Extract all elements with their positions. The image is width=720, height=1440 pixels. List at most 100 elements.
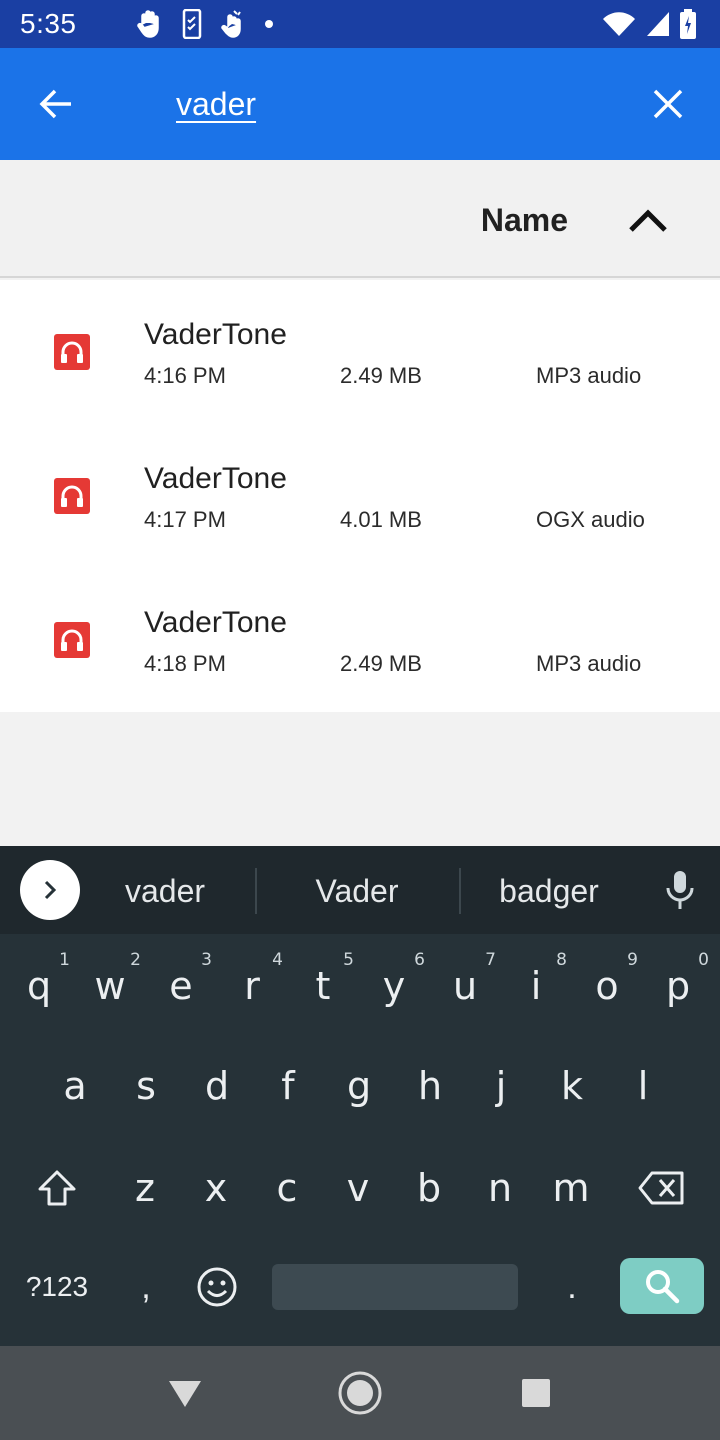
shift-key[interactable] <box>20 1148 94 1228</box>
battery-icon <box>680 9 696 39</box>
key-label: o <box>595 964 619 1008</box>
key-b[interactable]: b <box>394 1148 464 1228</box>
nav-home-button[interactable] <box>335 1368 385 1418</box>
nav-back-button[interactable] <box>160 1368 210 1418</box>
list-item[interactable]: VaderTone 4:18 PM 2.49 MB MP3 audio <box>0 568 720 712</box>
sort-header: Name <box>0 160 720 278</box>
period-key[interactable]: . <box>542 1256 602 1318</box>
key-v[interactable]: v <box>323 1148 393 1228</box>
search-action-key[interactable] <box>620 1258 704 1314</box>
key-label: k <box>560 1064 583 1108</box>
space-key[interactable] <box>272 1264 518 1310</box>
arrow-left-icon <box>39 89 71 119</box>
gesture-icon <box>221 10 241 38</box>
key-label: g <box>346 1064 372 1108</box>
key-hint: 3 <box>201 950 212 970</box>
key-p[interactable]: p0 <box>643 946 713 1026</box>
microphone-icon <box>666 871 694 909</box>
key-e[interactable]: e3 <box>146 946 216 1026</box>
key-label: a <box>63 1064 87 1108</box>
search-results-list: VaderTone 4:16 PM 2.49 MB MP3 audio Vade… <box>0 280 720 712</box>
nav-recents-button[interactable] <box>511 1368 561 1418</box>
key-hint: 9 <box>627 950 638 970</box>
key-i[interactable]: i8 <box>501 946 571 1026</box>
phone-checklist-icon <box>182 9 202 39</box>
soft-keyboard: vader Vader badger q1 w2 e3 r4 t5 y6 u7 … <box>0 846 720 1346</box>
audio-file-icon <box>54 622 90 658</box>
back-button[interactable] <box>24 76 88 132</box>
sort-by-name-label[interactable]: Name <box>481 202 568 239</box>
key-d[interactable]: d <box>182 1046 252 1126</box>
file-name: VaderTone <box>144 606 287 639</box>
key-s[interactable]: s <box>111 1046 181 1126</box>
clear-search-button[interactable] <box>640 76 696 132</box>
key-c[interactable]: c <box>252 1148 322 1228</box>
suggestion-1[interactable]: vader <box>90 868 240 914</box>
shift-icon <box>38 1170 76 1206</box>
headphones-icon <box>61 485 83 507</box>
key-w[interactable]: w2 <box>75 946 145 1026</box>
key-label: n <box>487 1166 513 1210</box>
key-r[interactable]: r4 <box>217 946 287 1026</box>
key-label: q <box>26 964 52 1008</box>
key-hint: 7 <box>485 950 496 970</box>
key-k[interactable]: k <box>537 1046 607 1126</box>
key-hint: 0 <box>698 950 709 970</box>
file-size: 2.49 MB <box>340 363 422 388</box>
key-hint: 1 <box>59 950 70 970</box>
backspace-key[interactable] <box>622 1148 702 1228</box>
key-label: x <box>204 1166 228 1210</box>
key-a[interactable]: a <box>40 1046 110 1126</box>
status-time: 5:35 <box>20 8 77 39</box>
key-label: e <box>169 964 193 1008</box>
system-nav-bar <box>0 1346 720 1440</box>
key-n[interactable]: n <box>465 1148 535 1228</box>
key-label: h <box>417 1064 443 1108</box>
voice-input-button[interactable] <box>660 868 700 912</box>
period-key-label: . <box>567 1267 577 1306</box>
emoji-key[interactable] <box>186 1256 248 1318</box>
key-x[interactable]: x <box>181 1148 251 1228</box>
key-f[interactable]: f <box>253 1046 323 1126</box>
symbols-key[interactable]: ?123 <box>14 1256 100 1318</box>
key-hint: 2 <box>130 950 141 970</box>
suggestion-3[interactable]: badger <box>474 868 624 914</box>
key-label: w <box>94 964 126 1008</box>
empty-area <box>0 712 720 846</box>
audio-file-icon <box>54 478 90 514</box>
key-label: l <box>637 1064 649 1108</box>
status-icons-right <box>602 8 696 40</box>
key-u[interactable]: u7 <box>430 946 500 1026</box>
file-name: VaderTone <box>144 318 287 351</box>
file-name: VaderTone <box>144 462 287 495</box>
key-g[interactable]: g <box>324 1046 394 1126</box>
key-h[interactable]: h <box>395 1046 465 1126</box>
file-size: 4.01 MB <box>340 507 422 532</box>
key-j[interactable]: j <box>466 1046 536 1126</box>
key-t[interactable]: t5 <box>288 946 358 1026</box>
suggestion-divider <box>255 868 257 914</box>
keyboard-menu-button[interactable] <box>20 860 80 920</box>
key-q[interactable]: q1 <box>4 946 74 1026</box>
key-label: t <box>315 964 331 1008</box>
headphones-icon <box>61 629 83 651</box>
key-label: m <box>552 1166 590 1210</box>
file-time: 4:17 PM <box>144 507 226 532</box>
list-item[interactable]: VaderTone 4:16 PM 2.49 MB MP3 audio <box>0 280 720 424</box>
sort-direction-button[interactable] <box>624 196 672 244</box>
suggestion-2[interactable]: Vader <box>282 868 432 914</box>
key-m[interactable]: m <box>536 1148 606 1228</box>
key-z[interactable]: z <box>110 1148 180 1228</box>
file-time: 4:16 PM <box>144 363 226 388</box>
list-item[interactable]: VaderTone 4:17 PM 4.01 MB OGX audio <box>0 424 720 568</box>
key-label: z <box>135 1166 155 1210</box>
chevron-right-icon <box>44 880 57 900</box>
headphones-icon <box>61 341 83 363</box>
key-y[interactable]: y6 <box>359 946 429 1026</box>
status-bar: 5:35 <box>0 0 720 48</box>
key-label: d <box>204 1064 230 1108</box>
key-o[interactable]: o9 <box>572 946 642 1026</box>
comma-key[interactable]: , <box>116 1256 176 1318</box>
key-l[interactable]: l <box>608 1046 678 1126</box>
search-input[interactable] <box>176 78 576 130</box>
